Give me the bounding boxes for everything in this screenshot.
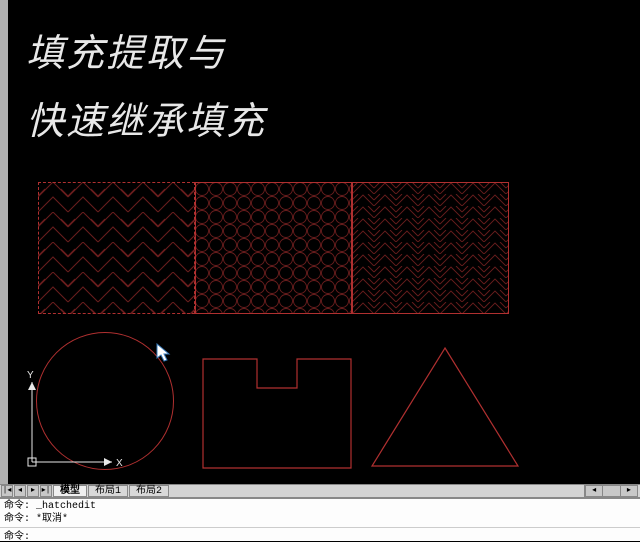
tab-nav-next[interactable]: ▸ (27, 485, 39, 497)
drawing-canvas[interactable]: 填充提取与 快速继承填充 (0, 0, 640, 484)
command-log-line: 命令: _hatchedit (4, 500, 636, 513)
tab-model[interactable]: 模型 (53, 485, 87, 497)
shape-triangle[interactable] (370, 346, 520, 470)
tab-nav-prev[interactable]: ◂ (14, 485, 26, 497)
command-input[interactable] (30, 529, 640, 540)
ucs-x-label: X (116, 458, 123, 469)
tab-layout2[interactable]: 布局2 (129, 485, 169, 497)
command-log: 命令: _hatchedit 命令: *取消* (0, 498, 640, 527)
ucs-y-label: Y (27, 370, 34, 381)
hatch-sample-3[interactable] (352, 182, 509, 314)
shape-notched-rect[interactable] (202, 358, 352, 470)
command-log-line: 命令: *取消* (4, 513, 636, 526)
ucs-icon: X Y (24, 370, 124, 470)
tab-layout1[interactable]: 布局1 (88, 485, 128, 497)
hatch-sample-2[interactable] (195, 182, 352, 314)
tab-nav-first[interactable]: |◂ (1, 485, 13, 497)
tab-nav-last[interactable]: ▸| (40, 485, 52, 497)
tab-hscroll-track[interactable] (602, 486, 619, 496)
command-line[interactable]: 命令: (0, 527, 640, 541)
hatch-sample-1[interactable] (38, 182, 195, 314)
tab-hscroll-right[interactable]: ▸ (620, 486, 637, 496)
canvas-text-line2: 快速继承填充 (26, 90, 266, 145)
layout-tab-strip: |◂ ◂ ▸ ▸| 模型 布局1 布局2 ◂ ▸ (0, 484, 640, 498)
tab-hscroll-left[interactable]: ◂ (585, 486, 602, 496)
tab-hscroll[interactable]: ◂ ▸ (584, 485, 638, 497)
hatch-sample-row (38, 182, 509, 314)
canvas-text-line1: 填充提取与 (26, 22, 226, 77)
command-prompt: 命令: (4, 527, 30, 542)
